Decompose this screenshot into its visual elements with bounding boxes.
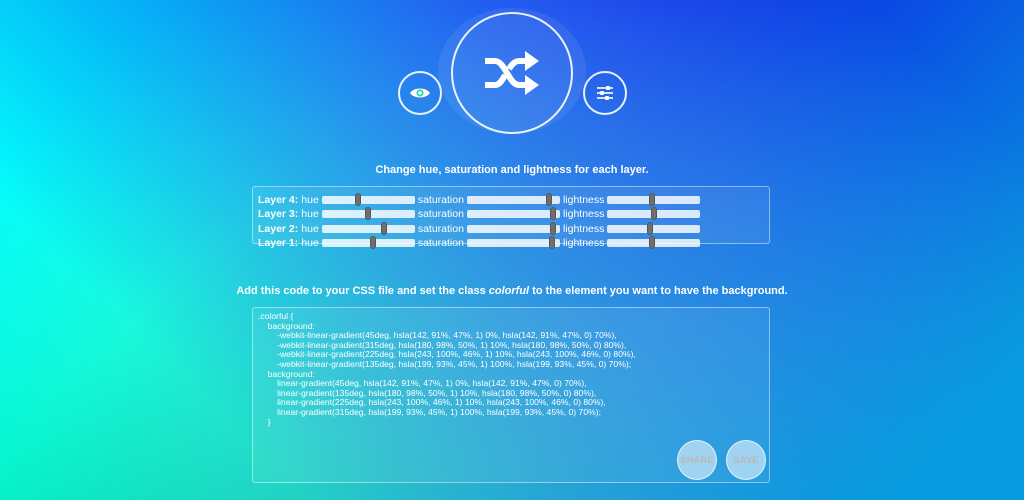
saturation-label: saturation [417, 194, 464, 207]
code-heading-class: colorful [488, 285, 530, 297]
layers-panel: Layer 4: hue saturation lightness Layer 3: hu… [252, 186, 770, 250]
hue-slider[interactable] [321, 193, 415, 207]
eye-icon [410, 88, 430, 98]
lightness-slider-handle[interactable] [649, 236, 656, 250]
lightness-slider[interactable] [607, 236, 701, 250]
layer-row: Layer 2: hue saturation lightness [258, 221, 769, 236]
css-code[interactable]: .colorful { background: -webkit-linear-g… [258, 311, 769, 427]
hue-label: hue [301, 208, 319, 221]
adjust-button[interactable] [583, 71, 627, 115]
saturation-slider[interactable] [466, 236, 560, 250]
hue-label: hue [301, 222, 319, 235]
layers-heading: Change hue, saturation and lightness for… [375, 164, 649, 176]
preview-button[interactable] [398, 71, 442, 115]
lightness-slider[interactable] [607, 207, 701, 221]
shuffle-icon [485, 51, 539, 95]
hue-slider[interactable] [321, 236, 415, 250]
lightness-slider-handle[interactable] [649, 193, 656, 207]
hue-slider-handle[interactable] [369, 236, 376, 250]
save-button[interactable]: SAVE [726, 440, 766, 480]
layer-row: Layer 4: hue saturation lightness [258, 193, 769, 207]
saturation-label: saturation [417, 208, 464, 221]
share-button[interactable]: SHARE [677, 440, 717, 480]
hue-slider-handle[interactable] [355, 193, 362, 207]
lightness-slider[interactable] [607, 193, 701, 207]
lightness-label: lightness [562, 194, 605, 207]
saturation-slider-handle[interactable] [545, 193, 552, 207]
saturation-slider-handle[interactable] [550, 221, 557, 235]
lightness-label: lightness [562, 208, 605, 221]
lightness-label: lightness [562, 222, 605, 235]
saturation-label: saturation [417, 222, 464, 235]
hue-label: hue [301, 194, 319, 207]
code-heading-text-1: Add this code to your CSS file and set t… [236, 285, 489, 297]
layer-label: Layer 4: [258, 194, 299, 207]
saturation-slider[interactable] [466, 221, 560, 235]
sliders-icon [597, 86, 613, 100]
layer-label: Layer 3: [258, 208, 299, 221]
saturation-slider-handle[interactable] [550, 207, 557, 221]
saturation-slider[interactable] [466, 193, 560, 207]
layer-label: Layer 2: [258, 222, 299, 235]
lightness-slider[interactable] [607, 221, 701, 235]
hue-slider-handle[interactable] [381, 221, 388, 235]
saturation-slider[interactable] [466, 207, 560, 221]
layer-row: Layer 3: hue saturation lightness [258, 207, 769, 221]
hue-label: hue [301, 237, 319, 250]
saturation-slider-handle[interactable] [548, 236, 555, 250]
lightness-slider-handle[interactable] [647, 221, 654, 235]
code-heading-text-2: to the element you want to have the back… [529, 285, 788, 297]
hue-slider-handle[interactable] [365, 207, 372, 221]
saturation-label: saturation [417, 237, 464, 250]
hue-slider[interactable] [321, 221, 415, 235]
hue-slider[interactable] [321, 207, 415, 221]
lightness-label: lightness [562, 237, 605, 250]
layer-label: Layer 1: [258, 237, 299, 250]
code-heading: Add this code to your CSS file and set t… [0, 285, 1024, 297]
layer-row: Layer 1: hue saturation lightness [258, 236, 769, 250]
lightness-slider-handle[interactable] [650, 207, 657, 221]
shuffle-button[interactable] [451, 12, 573, 134]
